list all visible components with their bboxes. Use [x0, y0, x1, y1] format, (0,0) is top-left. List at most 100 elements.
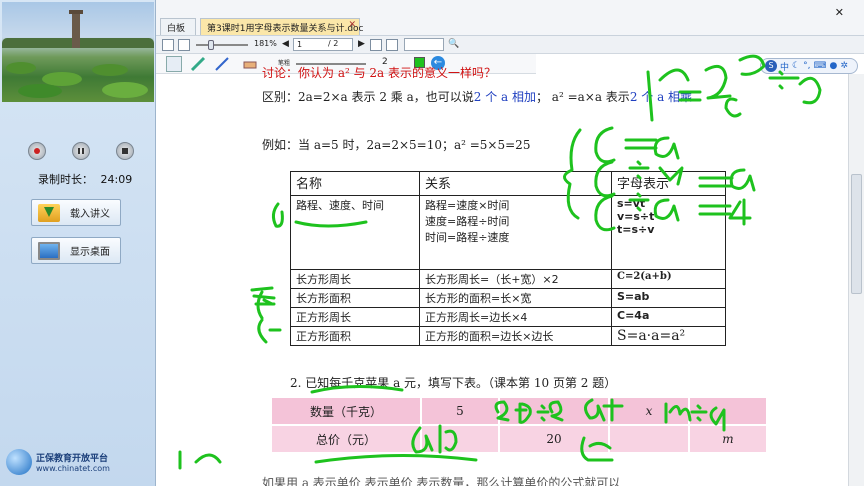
price-table: 数量（千克） 5 x 总价（元） 20 m: [270, 396, 768, 454]
row-formula: S=ab: [611, 288, 726, 308]
cell-quantity-label: 数量（千克）: [270, 396, 422, 426]
formula-line: t=s÷v: [617, 223, 655, 236]
monitor-icon: [38, 241, 60, 260]
search-icon[interactable]: 🔍: [448, 39, 460, 51]
formula-line: s=vt: [617, 197, 646, 210]
row-name: 正方形周长: [290, 307, 420, 327]
row-relation: 路程=速度×时间 速度=路程÷时间 时间=路程÷速度: [419, 195, 612, 270]
tab-whiteboard[interactable]: 白板: [160, 18, 196, 35]
video-thumbnail: [2, 2, 154, 102]
bottom-line: 如果用 a 表示单价 表示单价 表示数量，那么计算单价的公式就可以: [262, 476, 621, 486]
discussion-line: 讨论：你认为 a² 与 2a 表示的意义一样吗？: [262, 66, 497, 80]
row-relation: 正方形周长=边长×4: [419, 307, 612, 327]
viewer-toolbar: 181% ◀ 1 / 2 ▶ 🔍: [156, 36, 864, 54]
tab-bar: 白板 第3课时1用字母表示数量关系与计.doc ✕ ✕: [156, 0, 864, 36]
close-tab-icon[interactable]: ✕: [348, 20, 356, 30]
page-current: 1: [297, 40, 303, 49]
table-row: 正方形周长 正方形周长=边长×4 C=4a: [290, 307, 726, 327]
tab-document[interactable]: 第3课时1用字母表示数量关系与计.doc ✕: [200, 18, 364, 35]
cell: [498, 396, 610, 426]
row-relation: 长方形的面积=长×宽: [419, 288, 612, 308]
pause-icon: [78, 148, 84, 154]
fit-page-icon[interactable]: [178, 39, 190, 51]
record-controls: [28, 142, 134, 160]
stop-button[interactable]: [116, 142, 134, 160]
cell: 5: [420, 396, 500, 426]
zoom-slider-handle[interactable]: [208, 40, 214, 50]
record-time-label: 录制时长：: [38, 173, 93, 186]
zoom-slider[interactable]: [196, 44, 248, 46]
example-line: 例如：当 a=5 时，2a=2×5=10；a² =5×5=25: [262, 138, 531, 152]
load-icon: [38, 203, 60, 222]
pause-button[interactable]: [72, 142, 90, 160]
show-desktop-label: 显示桌面: [70, 247, 110, 258]
logo-title: 正保教育开放平台: [36, 454, 109, 464]
globe-icon: [6, 449, 32, 475]
load-handout-label: 载入讲义: [70, 209, 110, 220]
stop-icon: [122, 148, 128, 154]
relation-line: 速度=路程÷时间: [425, 215, 510, 228]
row-name: 长方形面积: [290, 288, 420, 308]
difference-prefix: 区别：2a=2×a 表示 2 乘 a，也可以说: [262, 90, 474, 104]
pagoda-image: [69, 10, 83, 48]
table-row: 长方形面积 长方形的面积=长×宽 S=ab: [290, 288, 726, 308]
relation-table: 名称 关系 字母表示 路程、速度、时间 路程=速度×时间 速度=路程÷时间 时间…: [290, 171, 726, 346]
scrollbar-thumb[interactable]: [851, 174, 862, 294]
cell-total-label: 总价（元）: [270, 424, 422, 454]
tab-document-label: 第3课时1用字母表示数量关系与计.doc: [207, 24, 364, 34]
table-row: 总价（元） 20 m: [270, 424, 768, 454]
zoom-value: 181%: [254, 39, 277, 48]
row-name: 正方形面积: [290, 326, 420, 346]
cell: [420, 424, 500, 454]
brand-logo: 正保教育开放平台 www.chinatet.com: [6, 449, 110, 475]
difference-highlight-2: 2 个 a 相乘: [629, 90, 693, 104]
difference-highlight-1: 2 个 a 相加: [473, 90, 536, 104]
row-relation: 长方形周长=（长+宽）×2: [419, 269, 612, 289]
question-2: 2. 已知每千克苹果 a 元，填写下表。（课本第 10 页第 2 题）: [290, 376, 617, 390]
row-name: 长方形周长: [290, 269, 420, 289]
row-formula: C=2(a+b): [611, 269, 726, 289]
row-relation: 正方形的面积=边长×边长: [419, 326, 612, 346]
logo-url: www.chinatet.com: [36, 464, 110, 473]
left-panel: 录制时长： 24:09 载入讲义 显示桌面 正保教育开放平台 www.china…: [0, 0, 156, 486]
document-page: 讨论：你认为 a² 与 2a 表示的意义一样吗？ 区别：2a=2×a 表示 2 …: [162, 56, 846, 486]
row-name: 路程、速度、时间: [290, 195, 420, 270]
row-formula: S=a·a=a²: [611, 326, 726, 346]
row-formula: s=vt v=s÷t t=s÷v: [611, 195, 726, 270]
record-time-value: 24:09: [100, 173, 133, 186]
difference-line: 区别：2a=2×a 表示 2 乘 a，也可以说2 个 a 相加； a² =a×a…: [262, 88, 692, 105]
table-row: 数量（千克） 5 x: [270, 396, 768, 426]
cell: [608, 424, 690, 454]
table-header-row: 名称 关系 字母表示: [290, 171, 726, 196]
header-name: 名称: [290, 171, 420, 196]
refresh-icon[interactable]: [386, 39, 398, 51]
show-desktop-button[interactable]: 显示桌面: [31, 237, 121, 264]
cell: x: [608, 396, 690, 426]
load-handout-button[interactable]: 载入讲义: [31, 199, 121, 226]
cell: m: [688, 424, 768, 454]
tab-whiteboard-label: 白板: [167, 24, 186, 34]
table-row: 路程、速度、时间 路程=速度×时间 速度=路程÷时间 时间=路程÷速度 s=vt…: [290, 195, 726, 270]
formula-line: v=s÷t: [617, 210, 655, 223]
cell: [688, 396, 768, 426]
table-row: 长方形周长 长方形周长=（长+宽）×2 C=2(a+b): [290, 269, 726, 289]
table-row: 正方形面积 正方形的面积=边长×边长 S=a·a=a²: [290, 326, 726, 346]
record-time: 录制时长： 24:09: [38, 171, 132, 187]
record-button[interactable]: [28, 142, 46, 160]
header-formula: 字母表示: [611, 171, 726, 196]
relation-line: 路程=速度×时间: [425, 199, 510, 212]
record-icon: [34, 148, 40, 154]
page-total: / 2: [328, 39, 339, 48]
header-relation: 关系: [419, 171, 612, 196]
row-formula: C=4a: [611, 307, 726, 327]
next-page-icon[interactable]: ▶: [358, 39, 370, 51]
difference-middle: ； a² =a×a 表示: [535, 90, 630, 104]
search-input[interactable]: [404, 38, 444, 51]
page-number-input[interactable]: 1: [293, 38, 353, 51]
vertical-scrollbar[interactable]: [848, 74, 864, 486]
cell: 20: [498, 424, 610, 454]
relation-line: 时间=路程÷速度: [425, 231, 510, 244]
close-icon[interactable]: ✕: [835, 6, 844, 19]
rotate-icon[interactable]: [370, 39, 382, 51]
fit-width-icon[interactable]: [162, 39, 174, 51]
